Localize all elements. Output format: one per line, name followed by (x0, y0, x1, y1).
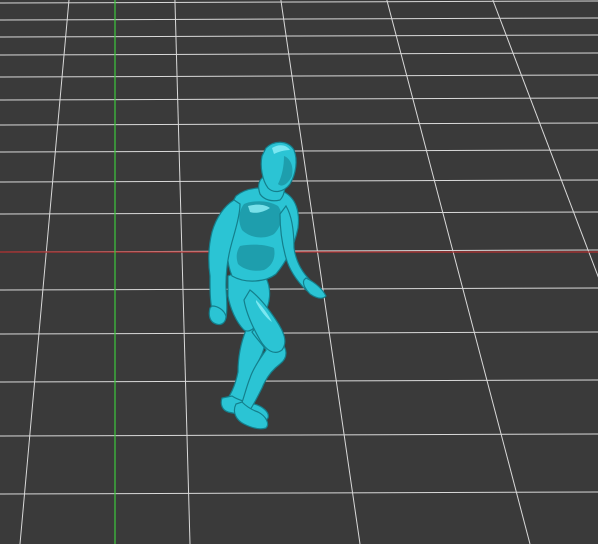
viewport-canvas[interactable] (0, 0, 598, 544)
3d-viewport[interactable] (0, 0, 598, 544)
